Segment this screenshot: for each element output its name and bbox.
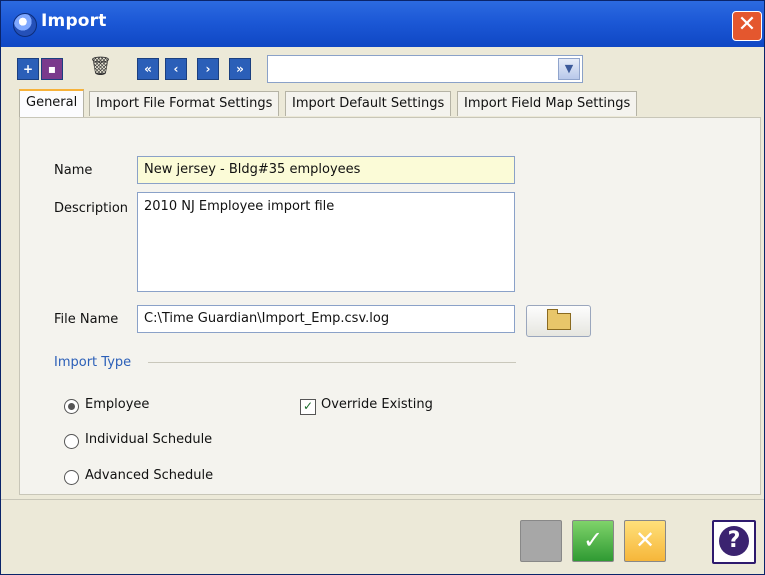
folder-icon <box>547 309 571 330</box>
add-icon[interactable]: + <box>17 58 39 80</box>
description-label: Description <box>54 201 129 216</box>
window-title: Import <box>41 11 107 31</box>
radio-individual-schedule-label[interactable]: Individual Schedule <box>85 432 212 447</box>
radio-advanced-schedule[interactable] <box>64 470 79 485</box>
filename-value: C:\Time Guardian\Import_Emp.csv.log <box>144 311 390 326</box>
radio-employee-label[interactable]: Employee <box>85 397 149 412</box>
ok-button[interactable]: ✓ <box>572 520 614 562</box>
filename-field[interactable]: C:\Time Guardian\Import_Emp.csv.log <box>137 305 515 333</box>
description-value: 2010 NJ Employee import file <box>144 199 335 214</box>
radio-employee[interactable] <box>64 399 79 414</box>
import-type-divider <box>148 362 516 363</box>
next-record-icon[interactable]: › <box>197 58 219 80</box>
name-label: Name <box>54 163 93 178</box>
radio-advanced-schedule-label[interactable]: Advanced Schedule <box>85 468 213 483</box>
title-bar[interactable]: Import ✕ <box>1 1 764 47</box>
override-existing-label[interactable]: Override Existing <box>321 397 433 412</box>
delete-icon[interactable]: 🗑 <box>89 56 112 78</box>
filename-label: File Name <box>54 312 119 327</box>
previous-record-icon[interactable]: ‹ <box>165 58 187 80</box>
tab-import-file-format-settings[interactable]: Import File Format Settings <box>89 91 280 116</box>
browse-button[interactable] <box>526 305 591 337</box>
close-button[interactable]: ✕ <box>732 11 762 41</box>
disabled-button <box>520 520 562 562</box>
save-icon[interactable]: ▪ <box>41 58 63 80</box>
record-selector[interactable]: ▼ <box>267 55 583 83</box>
name-field[interactable]: New jersey - Bldg#35 employees <box>137 156 515 184</box>
app-icon <box>13 13 37 37</box>
tab-import-default-settings[interactable]: Import Default Settings <box>285 91 452 116</box>
help-button[interactable]: ? <box>712 520 756 564</box>
description-field[interactable]: 2010 NJ Employee import file <box>137 192 515 292</box>
cancel-button[interactable]: ✕ <box>624 520 666 562</box>
name-value: New jersey - Bldg#35 employees <box>144 162 361 177</box>
last-record-icon[interactable]: » <box>229 58 251 80</box>
import-window: Import ✕ + ▪ 🗑 « ‹ › » ▼ General Import … <box>0 0 765 575</box>
toolbar: + ▪ 🗑 « ‹ › » ▼ <box>1 47 764 91</box>
radio-individual-schedule[interactable] <box>64 434 79 449</box>
chevron-down-icon[interactable]: ▼ <box>558 58 580 80</box>
override-existing-checkbox[interactable]: ✓ <box>300 399 316 415</box>
tab-import-field-map-settings[interactable]: Import Field Map Settings <box>457 91 638 116</box>
help-icon: ? <box>719 526 749 556</box>
tab-general[interactable]: General <box>19 89 85 117</box>
first-record-icon[interactable]: « <box>137 58 159 80</box>
import-type-heading: Import Type <box>54 355 132 370</box>
